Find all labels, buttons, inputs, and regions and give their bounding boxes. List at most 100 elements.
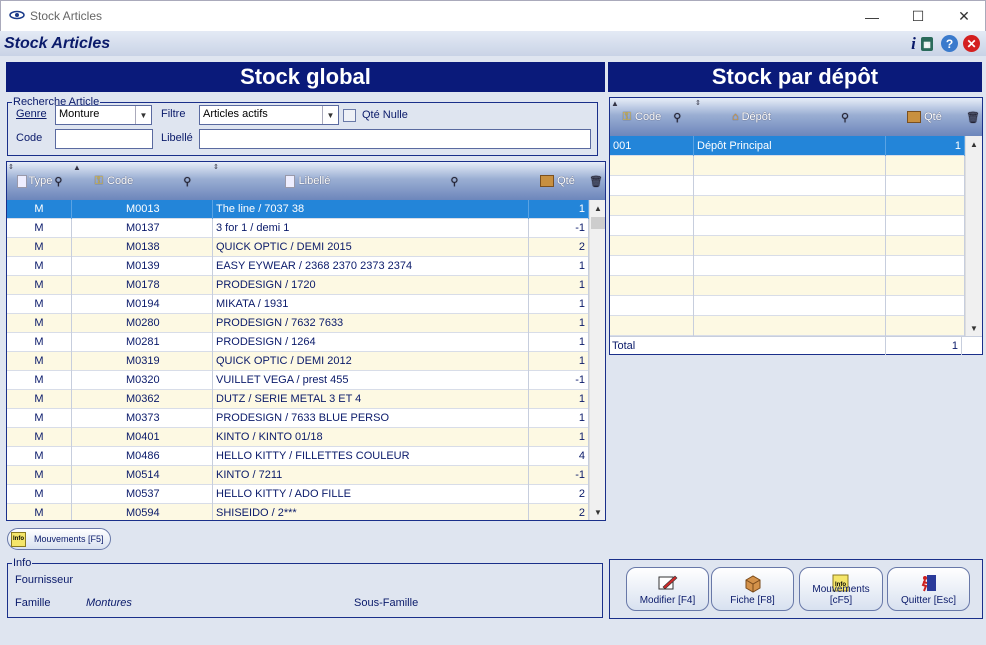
empty-row[interactable]	[610, 256, 965, 276]
cell-qte: -1	[529, 219, 589, 238]
grid-scrollbar[interactable]: ▲ ▼	[589, 200, 605, 520]
cell-qte	[886, 176, 965, 196]
fournisseur-label: Fournisseur	[15, 574, 74, 586]
sort-asc-icon[interactable]: ▲	[73, 163, 81, 172]
table-row[interactable]: M M0137 3 for 1 / demi 1 -1	[7, 219, 589, 238]
table-row[interactable]: M M0486 HELLO KITTY / FILLETTES COULEUR 4	[7, 447, 589, 466]
minimize-button[interactable]: —	[849, 1, 895, 32]
sort-icon[interactable]: ⇕	[8, 163, 14, 171]
search-icon[interactable]: ⚲	[450, 175, 458, 188]
cell-type: M	[7, 314, 72, 333]
empty-row[interactable]	[610, 276, 965, 296]
page-title: Stock Articles	[4, 35, 111, 52]
cell-code: M0486	[72, 447, 213, 466]
table-row[interactable]: M M0514 KINTO / 7211 -1	[7, 466, 589, 485]
table-row[interactable]: M M0139 EASY EYWEAR / 2368 2370 2373 2374 1	[7, 257, 589, 276]
cell-depot	[694, 256, 886, 276]
table-row[interactable]: M M0280 PRODESIGN / 7632 7633 1	[7, 314, 589, 333]
qte-nulle-label: Qté Nulle	[362, 109, 408, 121]
empty-row[interactable]	[610, 176, 965, 196]
cell-libelle: KINTO / KINTO 01/18	[213, 428, 529, 447]
delete-column-icon[interactable]: 🗑	[964, 98, 982, 136]
close-window-button[interactable]: ✕	[941, 1, 986, 32]
cell-qte	[886, 216, 965, 236]
empty-row[interactable]	[610, 236, 965, 256]
cell-type: M	[7, 295, 72, 314]
help-icon[interactable]: ?	[941, 35, 958, 52]
cell-qte: 1	[529, 409, 589, 428]
libelle-input[interactable]	[199, 129, 591, 149]
col-type-header[interactable]: Type ⚲	[7, 162, 72, 200]
scroll-down-icon[interactable]: ▼	[590, 504, 606, 520]
cell-type: M	[7, 200, 72, 219]
scroll-down-icon[interactable]: ▼	[966, 320, 982, 336]
table-row[interactable]: M M0013 The line / 7037 38 1	[7, 200, 589, 219]
mouvements-cf5-button[interactable]: Info Mouvements [cF5]	[799, 567, 883, 611]
close-icon[interactable]: ✕	[963, 35, 980, 52]
search-icon[interactable]: ⚲	[54, 175, 62, 188]
delete-column-icon[interactable]: 🗑	[587, 162, 605, 200]
col-libelle-label: Libellé	[298, 175, 331, 187]
modifier-button[interactable]: Modifier [F4]	[626, 567, 709, 611]
scroll-up-icon[interactable]: ▲	[966, 136, 982, 152]
fiche-button[interactable]: Fiche [F8]	[711, 567, 794, 611]
table-row[interactable]: M M0373 PRODESIGN / 7633 BLUE PERSO 1	[7, 409, 589, 428]
genre-select[interactable]: Monture ▼	[55, 105, 152, 125]
cell-libelle: 3 for 1 / demi 1	[213, 219, 529, 238]
cell-qte: 1	[529, 257, 589, 276]
table-row[interactable]: M M0537 HELLO KITTY / ADO FILLE 2	[7, 485, 589, 504]
calculator-icon[interactable]: ▦	[921, 37, 933, 51]
table-row[interactable]: M M0281 PRODESIGN / 1264 1	[7, 333, 589, 352]
filtre-select[interactable]: Articles actifs ▼	[199, 105, 339, 125]
cell-code: M0194	[72, 295, 213, 314]
qte-nulle-checkbox[interactable]	[343, 109, 356, 122]
col-depot-code-header[interactable]: ⚿ Code ⚲	[610, 98, 694, 136]
table-row[interactable]: M M0320 VUILLET VEGA / prest 455 -1	[7, 371, 589, 390]
libelle-label: Libellé	[161, 132, 193, 144]
cell-qte: 4	[529, 447, 589, 466]
col-depot-header[interactable]: ⌂ Dépôt ⚲	[695, 98, 886, 136]
mouvements-f5-button[interactable]: Info Mouvements [F5]	[7, 528, 111, 550]
search-icon[interactable]: ⚲	[673, 111, 681, 124]
empty-row[interactable]	[610, 296, 965, 316]
table-row[interactable]: M M0138 QUICK OPTIC / DEMI 2015 2	[7, 238, 589, 257]
maximize-button[interactable]: ☐	[895, 1, 941, 32]
sort-icon[interactable]: ⇕	[213, 163, 219, 171]
cell-libelle: KINTO / 7211	[213, 466, 529, 485]
cell-libelle: QUICK OPTIC / DEMI 2015	[213, 238, 529, 257]
empty-row[interactable]	[610, 196, 965, 216]
col-qte-header[interactable]: Qté	[530, 162, 585, 200]
info-icon[interactable]: i	[905, 34, 922, 53]
empty-row[interactable]	[610, 216, 965, 236]
search-icon[interactable]: ⚲	[183, 175, 191, 188]
code-input[interactable]	[55, 129, 153, 149]
table-row[interactable]: M M0194 MIKATA / 1931 1	[7, 295, 589, 314]
col-code-header[interactable]: ⚿ Code ⚲	[73, 162, 213, 200]
search-icon[interactable]: ⚲	[841, 111, 849, 124]
depot-grid-scrollbar[interactable]: ▲ ▼	[965, 136, 982, 336]
col-depot-qte-header[interactable]: Qté	[887, 98, 962, 136]
table-row[interactable]: M M0178 PRODESIGN / 1720 1	[7, 276, 589, 295]
empty-row[interactable]	[610, 156, 965, 176]
cell-qte: 2	[529, 485, 589, 504]
scroll-thumb[interactable]	[591, 217, 605, 229]
table-row[interactable]: M M0319 QUICK OPTIC / DEMI 2012 1	[7, 352, 589, 371]
cell-code: M0178	[72, 276, 213, 295]
famille-value: Montures	[86, 597, 132, 609]
cell-libelle: HELLO KITTY / FILLETTES COULEUR	[213, 447, 529, 466]
cell-libelle: QUICK OPTIC / DEMI 2012	[213, 352, 529, 371]
table-row[interactable]: M M0362 DUTZ / SERIE METAL 3 ET 41	[7, 390, 589, 409]
cell-libelle: SHISEIDO / 2***	[213, 504, 529, 520]
scroll-up-icon[interactable]: ▲	[590, 200, 606, 216]
stock-depot-grid: ⚿ Code ⚲ ⌂ Dépôt ⚲ Qté 🗑 ▲ ⇕ 001 Dépôt Pr…	[609, 97, 983, 355]
col-libelle-header[interactable]: Libellé ⚲	[214, 162, 529, 200]
cell-type: M	[7, 219, 72, 238]
cell-qte: 2	[529, 238, 589, 257]
sort-icon[interactable]: ⇕	[695, 99, 701, 107]
quitter-button[interactable]: Quitter [Esc]	[887, 567, 970, 611]
sort-asc-icon[interactable]: ▲	[611, 99, 619, 108]
table-row[interactable]: M M0401 KINTO / KINTO 01/18 1	[7, 428, 589, 447]
empty-row[interactable]	[610, 316, 965, 336]
table-row[interactable]: M M0594 SHISEIDO / 2*** 2	[7, 504, 589, 520]
table-row[interactable]: 001 Dépôt Principal 1	[610, 136, 965, 156]
